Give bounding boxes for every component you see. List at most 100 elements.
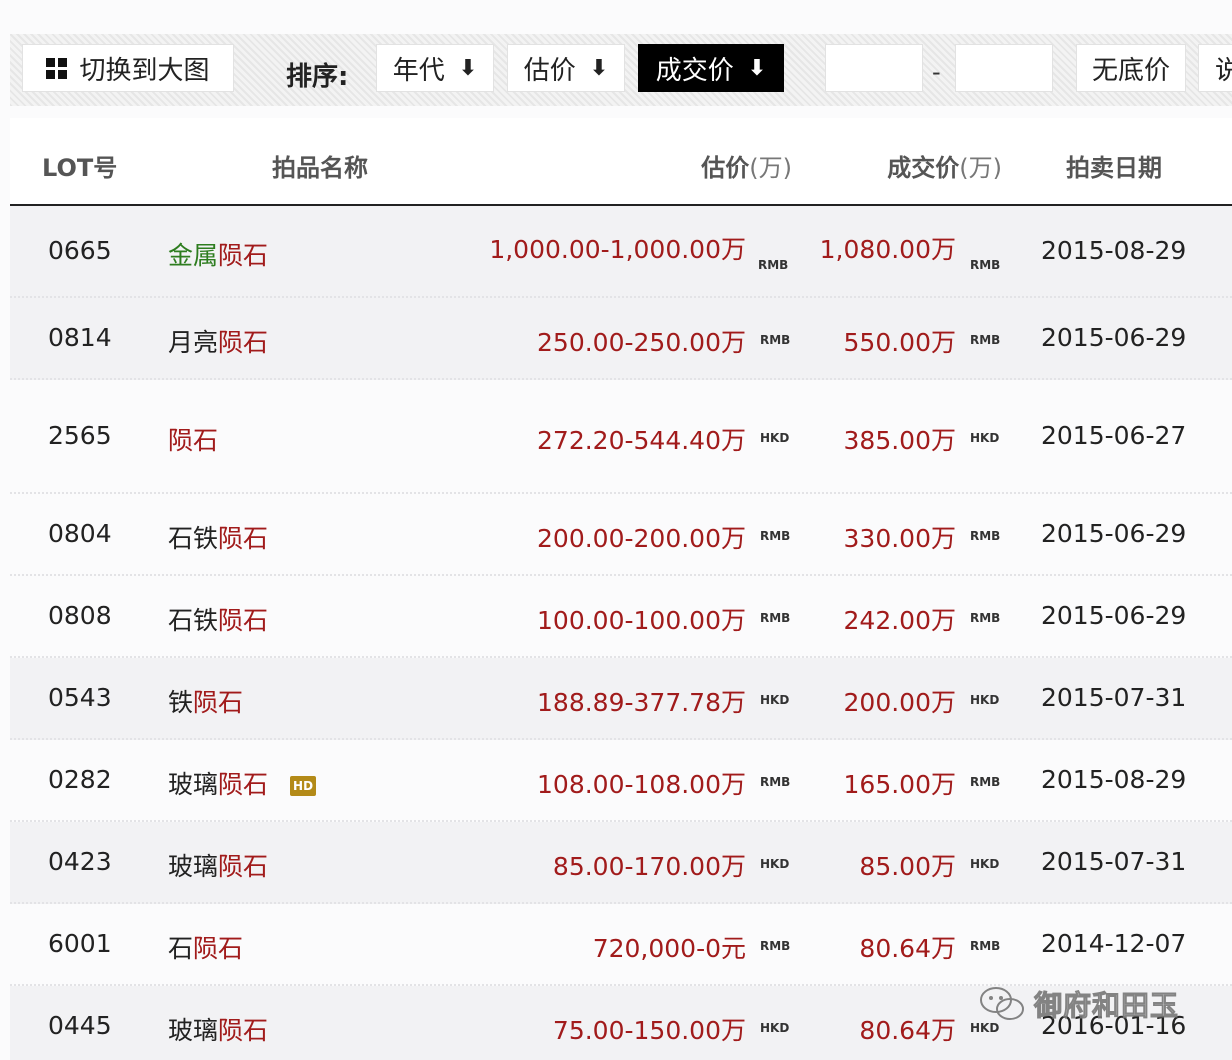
estimate-price: 720,000-0元 [592,934,746,963]
sort-by-era-button[interactable]: 年代 ⬇ [376,44,494,92]
item-name[interactable]: 石铁陨石 [168,519,268,555]
estimate-price: 108.00-108.00万 [537,770,746,799]
deal-price: 550.00万 [843,328,956,357]
auction-date: 2015-06-29 [1041,323,1187,352]
item-name-keyword: 陨石 [218,328,269,357]
watermark-text: 御府和田玉 [1033,989,1180,1023]
deal-currency: HKD [970,857,1000,871]
lot-number: 0445 [48,1011,112,1040]
deal-price: 242.00万 [843,606,956,635]
item-name[interactable]: 玻璃陨石 [168,1011,268,1047]
item-name-keyword: 陨石 [218,524,269,553]
sort-by-deal-price-button[interactable]: 成交价 ⬇ [638,44,784,92]
deal-currency: RMB [970,333,1001,347]
deal-currency: HKD [970,693,1000,707]
header-name: 拍品名称 [272,154,368,182]
deal-currency: RMB [970,529,1001,543]
item-name-prefix: 玻璃 [168,852,219,881]
item-name-keyword: 陨石 [218,1016,269,1045]
item-name[interactable]: 月亮陨石 [168,323,268,359]
item-name[interactable]: 铁陨石 [168,683,243,719]
table-row[interactable]: 6001 石陨石 720,000-0元 RMB 80.64万 RMB 2014-12-07 [10,904,1232,986]
deal-price: 200.00万 [843,688,956,717]
table-row[interactable]: 0804 石铁陨石 200.00-200.00万 RMB 330.00万 RMB 2015-… [10,494,1232,576]
header-lot: LOT号 [42,154,118,182]
estimate-price: 200.00-200.00万 [537,524,746,553]
item-name-prefix: 月亮 [168,328,219,357]
item-name[interactable]: 玻璃陨石 HD [168,765,317,801]
header-deal: 成交价(万) [887,148,1002,183]
item-name-keyword: 陨石 [218,770,269,799]
no-reserve-label: 无底价 [1091,55,1170,86]
header-deal-unit: (万) [959,154,1002,182]
lot-number: 0665 [48,236,112,265]
auction-date: 2015-08-29 [1041,765,1187,794]
estimate-price: 188.89-377.78万 [537,688,746,717]
lot-number: 0808 [48,601,112,630]
item-name-keyword: 陨石 [218,241,269,270]
table-row[interactable]: 0423 玻璃陨石 85.00-170.00万 HKD 85.00万 HKD 2015-07… [10,822,1232,904]
price-min-input[interactable] [825,44,923,92]
sort-by-deal-price-label: 成交价 [655,55,734,86]
estimate-price: 1,000.00-1,000.00万 [489,235,746,264]
deal-currency: RMB [970,258,1001,272]
item-name-prefix: 铁 [168,688,194,717]
item-name-prefix: 石 [168,934,194,963]
item-name[interactable]: 石铁陨石 [168,601,268,637]
estimate-currency: HKD [760,693,790,707]
estimate-currency: HKD [760,1021,790,1035]
estimate-currency: RMB [760,775,791,789]
arrow-down-icon: ⬇ [747,55,767,81]
item-name[interactable]: 陨石 [168,421,218,457]
item-name[interactable]: 金属陨石 [168,236,268,272]
auction-date: 2015-08-29 [1041,236,1187,265]
item-name-prefix: 玻璃 [168,770,219,799]
price-max-input[interactable] [955,44,1053,92]
item-name[interactable]: 玻璃陨石 [168,847,268,883]
deal-currency: RMB [970,939,1001,953]
no-reserve-button[interactable]: 无底价 [1076,44,1186,92]
arrow-down-icon: ⬇ [458,55,478,81]
watermark: 御府和田玉 [978,984,1179,1024]
estimate-price: 100.00-100.00万 [537,606,746,635]
auction-date: 2015-07-31 [1041,683,1187,712]
deal-price: 385.00万 [843,426,956,455]
item-name[interactable]: 石陨石 [168,929,243,965]
cut-off-label: 说 [1215,50,1232,87]
sort-label: 排序: [286,62,349,92]
estimate-currency: RMB [760,611,791,625]
auction-date: 2015-06-29 [1041,601,1187,630]
estimate-currency: RMB [760,333,791,347]
table-row[interactable]: 0665 金属陨石 1,000.00-1,000.00万 RMB 1,080.00万 RM… [10,206,1232,298]
sort-by-era-label: 年代 [392,55,445,86]
deal-price: 165.00万 [843,770,956,799]
header-estimate-label: 估价 [701,154,750,182]
estimate-currency: RMB [760,939,791,953]
table-row[interactable]: 0808 石铁陨石 100.00-100.00万 RMB 242.00万 RMB 2015-… [10,576,1232,658]
item-name-keyword: 陨石 [218,852,269,881]
deal-price: 80.64万 [859,1016,956,1045]
header-estimate-unit: (万) [749,154,792,182]
deal-currency: RMB [970,775,1001,789]
deal-currency: HKD [970,431,1000,445]
table-body: 0665 金属陨石 1,000.00-1,000.00万 RMB 1,080.00万 RM… [10,206,1232,1060]
item-name-keyword: 陨石 [193,934,244,963]
header-deal-label: 成交价 [887,154,960,182]
cut-off-button[interactable]: 说 [1198,44,1232,92]
table-row[interactable]: 0543 铁陨石 188.89-377.78万 HKD 200.00万 HKD 2015-0… [10,658,1232,740]
auction-date: 2015-06-29 [1041,519,1187,548]
table-row[interactable]: 0282 玻璃陨石 HD 108.00-108.00万 RMB 165.00万 RMB 201… [10,740,1232,822]
lot-number: 6001 [48,929,112,958]
table-row[interactable]: 2565 陨石 272.20-544.40万 HKD 385.00万 HKD 2015-06… [10,380,1232,494]
lot-number: 0423 [48,847,112,876]
deal-currency: RMB [970,611,1001,625]
lot-number: 0814 [48,323,112,352]
item-name-keyword: 陨石 [218,606,269,635]
toggle-large-view-button[interactable]: 切换到大图 [22,44,234,92]
sort-by-estimate-button[interactable]: 估价 ⬇ [507,44,625,92]
estimate-price: 85.00-170.00万 [552,852,746,881]
estimate-currency: HKD [760,431,790,445]
estimate-price: 75.00-150.00万 [552,1016,746,1045]
toolbar: 切换到大图 排序: 年代 ⬇ 估价 ⬇ 成交价 ⬇ - 无底价 说 [10,34,1232,106]
table-row[interactable]: 0814 月亮陨石 250.00-250.00万 RMB 550.00万 RMB 2015-… [10,298,1232,380]
